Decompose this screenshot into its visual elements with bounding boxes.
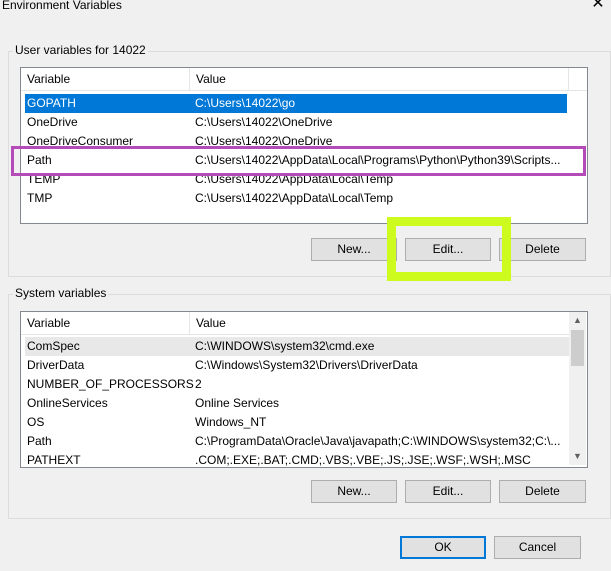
system-delete-button[interactable]: Delete xyxy=(499,480,586,503)
system-header-variable[interactable]: Variable xyxy=(21,312,189,334)
system-row-path[interactable]: Path C:\ProgramData\Oracle\Java\javapath… xyxy=(25,432,569,451)
ok-button[interactable]: OK xyxy=(400,536,486,559)
system-variables-label: System variables xyxy=(13,286,109,300)
system-variables-list[interactable]: Variable Value ComSpec C:\WINDOWS\system… xyxy=(20,311,588,468)
user-header-value[interactable]: Value xyxy=(190,68,568,90)
chevron-down-icon[interactable]: ▼ xyxy=(569,448,586,465)
cancel-button[interactable]: Cancel xyxy=(494,536,581,559)
system-row-number-of-processors[interactable]: NUMBER_OF_PROCESSORS 2 xyxy=(25,375,569,394)
system-new-button[interactable]: New... xyxy=(311,480,397,503)
window-title: Environment Variables xyxy=(2,0,122,12)
chevron-up-icon[interactable]: ▲ xyxy=(569,312,586,329)
user-list-header: Variable Value xyxy=(21,68,587,91)
user-variables-label: User variables for 14022 xyxy=(13,43,148,57)
system-row-onlineservices[interactable]: OnlineServices Online Services xyxy=(25,394,569,413)
user-row-onedrive[interactable]: OneDrive C:\Users\14022\OneDrive xyxy=(25,113,567,132)
system-row-comspec[interactable]: ComSpec C:\WINDOWS\system32\cmd.exe xyxy=(25,337,569,356)
system-row-driverdata[interactable]: DriverData C:\Windows\System32\Drivers\D… xyxy=(25,356,569,375)
system-list-scrollbar[interactable]: ▲ ▼ xyxy=(569,312,586,465)
system-list-header: Variable Value xyxy=(21,312,570,335)
system-row-os[interactable]: OS Windows_NT xyxy=(25,413,569,432)
system-header-value[interactable]: Value xyxy=(190,312,568,334)
user-delete-button[interactable]: Delete xyxy=(499,238,586,261)
user-header-variable[interactable]: Variable xyxy=(21,68,189,90)
path-row-highlight xyxy=(11,146,586,176)
system-row-pathext[interactable]: PATHEXT .COM;.EXE;.BAT;.CMD;.VBS;.VBE;.J… xyxy=(25,451,569,467)
system-edit-button[interactable]: Edit... xyxy=(405,480,491,503)
user-row-gopath[interactable]: GOPATH C:\Users\14022\go xyxy=(25,94,567,113)
close-icon[interactable]: ✕ xyxy=(588,0,608,14)
user-new-button[interactable]: New... xyxy=(311,238,397,261)
user-row-tmp[interactable]: TMP C:\Users\14022\AppData\Local\Temp xyxy=(25,189,567,208)
edit-button-highlight xyxy=(387,217,511,281)
scrollbar-thumb[interactable] xyxy=(571,330,584,366)
